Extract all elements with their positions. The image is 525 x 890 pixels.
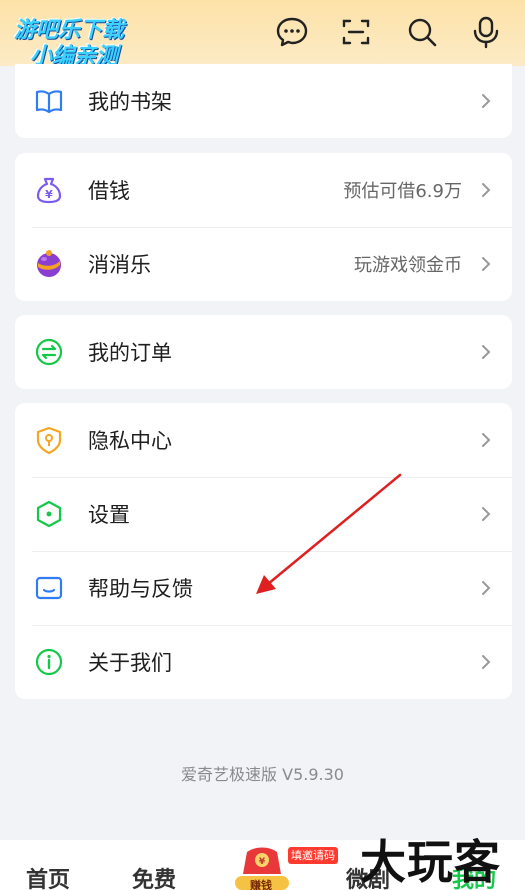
chevron-right-icon: [482, 507, 491, 521]
menu-item-label: 我的订单: [88, 341, 172, 365]
menu-item-orders[interactable]: 我的订单: [15, 315, 512, 389]
menu-item-help[interactable]: 帮助与反馈: [15, 551, 512, 625]
watermark-logo: 大玩客: [360, 835, 501, 889]
menu-item-label: 隐私中心: [88, 429, 172, 453]
menu-item-label: 设置: [88, 503, 130, 527]
menu-item-label: 我的书架: [88, 90, 172, 114]
svg-text:¥: ¥: [45, 188, 53, 201]
menu-item-label: 借钱: [88, 179, 130, 203]
orders-card: 我的订单: [15, 315, 512, 389]
chevron-right-icon: [482, 581, 491, 595]
menu-item-settings[interactable]: 设置: [15, 477, 512, 551]
message-icon[interactable]: [274, 14, 310, 50]
tab-free[interactable]: 免费: [132, 862, 176, 890]
candy-ball-icon: [37, 250, 61, 277]
settings-card: 隐私中心 设置 帮助与反馈 关于我们: [15, 403, 512, 699]
search-icon[interactable]: [404, 14, 440, 50]
hexagon-settings-icon: [36, 500, 62, 528]
top-header: 游吧乐下载 小编亲测: [0, 0, 525, 69]
svg-text:¥: ¥: [259, 857, 266, 867]
menu-item-about[interactable]: 关于我们: [15, 625, 512, 699]
bookshelf-card: 我的书架: [15, 64, 512, 138]
borrow-estimate: 预估可借6.9万: [343, 181, 462, 202]
app-version: 爱奇艺极速版 V5.9.30: [181, 765, 344, 784]
chevron-right-icon: [482, 94, 491, 108]
game-reward-text: 玩游戏领金币: [354, 255, 462, 276]
tab-home[interactable]: 首页: [26, 862, 70, 890]
earn-label: 赚钱: [250, 879, 272, 890]
exchange-icon: [35, 338, 63, 366]
menu-item-privacy[interactable]: 隐私中心: [15, 403, 512, 477]
chevron-right-icon: [482, 183, 491, 197]
menu-item-game[interactable]: 消消乐 玩游戏领金币: [15, 227, 512, 301]
menu-item-label: 消消乐: [88, 253, 151, 277]
chevron-right-icon: [482, 433, 491, 447]
chevron-right-icon: [482, 655, 491, 669]
menu-item-borrow[interactable]: ¥ 借钱 预估可借6.9万: [15, 153, 512, 227]
chevron-right-icon: [482, 257, 491, 271]
chevron-right-icon: [482, 345, 491, 359]
menu-item-label: 帮助与反馈: [88, 577, 193, 601]
money-bag-icon: ¥: [36, 177, 62, 204]
services-card: ¥ 借钱 预估可借6.9万 消消乐 玩游戏领金币: [15, 153, 512, 301]
invite-code-badge[interactable]: 填邀请码: [288, 847, 338, 864]
feedback-icon: [35, 576, 63, 600]
menu-item-bookshelf[interactable]: 我的书架: [15, 64, 512, 138]
microphone-icon[interactable]: [468, 14, 504, 50]
tab-earn[interactable]: ¥ 赚钱: [233, 844, 291, 890]
book-icon: [35, 90, 63, 114]
menu-item-label: 关于我们: [88, 651, 172, 675]
shield-key-icon: [36, 426, 62, 455]
scan-icon[interactable]: [338, 14, 374, 50]
info-icon: [35, 648, 63, 676]
